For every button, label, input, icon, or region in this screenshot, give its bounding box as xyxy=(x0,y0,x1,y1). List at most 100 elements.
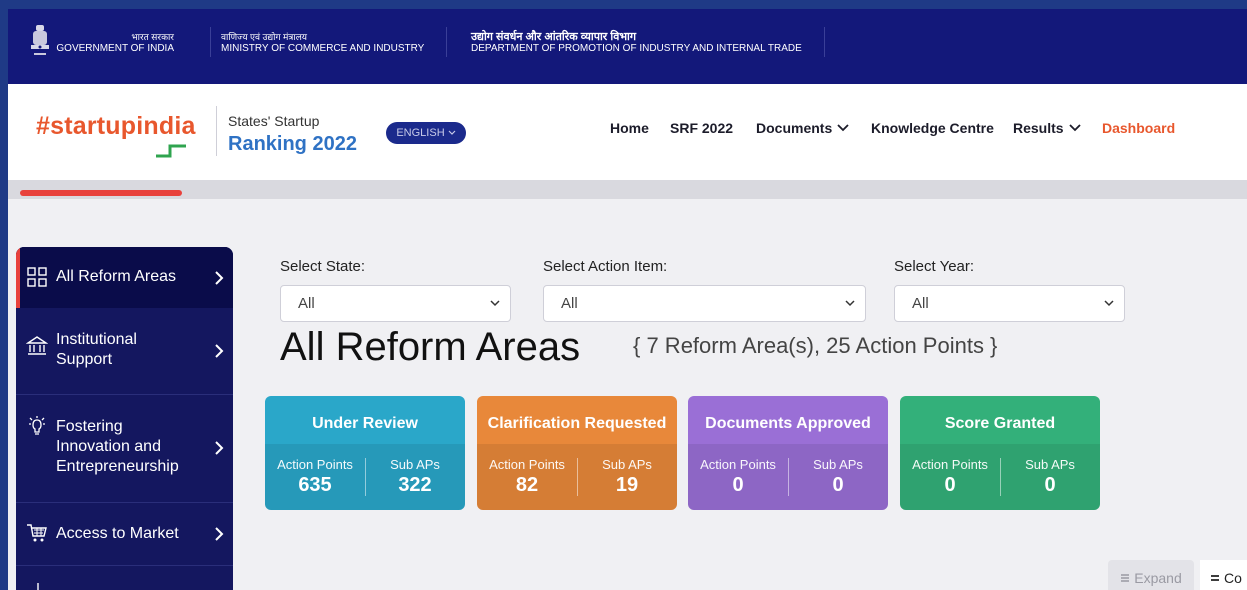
startupindia-logo[interactable]: #startupindia xyxy=(36,112,196,141)
nav-label: Dashboard xyxy=(1102,120,1176,136)
sidebar-item-access-to-market[interactable]: Access to Market xyxy=(16,503,233,565)
main-content: All Reform Areas Institutional Support F… xyxy=(8,180,1247,590)
card-value: 0 xyxy=(944,474,956,496)
card-body: Action Points 0 Sub APs 0 xyxy=(900,444,1100,510)
cart-icon xyxy=(27,524,47,542)
gov-of-india[interactable]: भारत सरकार GOVERNMENT OF INDIA xyxy=(56,31,174,55)
card-key: Sub APs xyxy=(602,457,652,472)
sidebar: All Reform Areas Institutional Support F… xyxy=(16,247,233,590)
card-body: Action Points 82 Sub APs 19 xyxy=(477,444,677,510)
expand-label: Expand xyxy=(1134,570,1182,586)
chevron-right-icon xyxy=(215,527,224,541)
logo-divider xyxy=(216,106,217,156)
divider xyxy=(824,27,825,57)
divider xyxy=(16,565,233,566)
score-granted-card[interactable]: Score Granted Action Points 0 Sub APs 0 xyxy=(900,396,1100,510)
card-action-points: Action Points 635 xyxy=(265,457,365,497)
card-value: 635 xyxy=(298,474,332,496)
collapse-icon xyxy=(1211,575,1219,581)
ministry-hindi: वाणिज्य एवं उद्योग मंत्रालय xyxy=(221,32,308,42)
nav-label: Documents xyxy=(756,120,833,136)
chevron-down-icon xyxy=(845,300,855,307)
chevron-right-icon xyxy=(215,344,224,358)
bulb-icon xyxy=(29,416,45,435)
card-key: Action Points xyxy=(912,457,988,472)
card-key: Action Points xyxy=(700,457,776,472)
nav-knowledge-centre[interactable]: Knowledge Centre xyxy=(871,120,994,136)
site-header: #startupindia States' Startup Ranking 20… xyxy=(8,84,1247,180)
nav-srf-2022[interactable]: SRF 2022 xyxy=(670,120,733,136)
nav-label: Results xyxy=(1013,120,1064,136)
sidebar-item-label: Access to Market xyxy=(56,525,179,542)
action-item-select[interactable]: All xyxy=(543,285,866,322)
gov-english: GOVERNMENT OF INDIA xyxy=(56,43,174,54)
state-label: Select State: xyxy=(280,258,366,275)
card-body: Action Points 0 Sub APs 0 xyxy=(688,444,888,510)
page-title: All Reform Areas xyxy=(280,325,581,369)
department[interactable]: उद्योग संवर्धन और आंतरिक व्यापार विभाग D… xyxy=(471,31,802,55)
card-action-points: Action Points 0 xyxy=(688,457,788,497)
chevron-down-icon xyxy=(837,124,849,132)
brand-title[interactable]: Ranking 2022 xyxy=(228,133,357,156)
chevron-down-icon xyxy=(448,130,456,135)
gov-hindi: भारत सरकार xyxy=(131,32,174,42)
action-item-value: All xyxy=(561,295,578,312)
page-subtitle: { 7 Reform Area(s), 25 Action Points } xyxy=(633,333,998,358)
logo-step-icon xyxy=(156,144,186,158)
state-select[interactable]: All xyxy=(280,285,511,322)
expand-button[interactable]: Expand xyxy=(1108,560,1194,590)
chevron-right-icon xyxy=(215,271,224,285)
card-value: 322 xyxy=(398,474,432,496)
nav-label: SRF 2022 xyxy=(670,120,734,136)
nav-dashboard[interactable]: Dashboard xyxy=(1102,120,1175,136)
card-sub-aps: Sub APs 19 xyxy=(577,457,677,497)
nav-label: Home xyxy=(610,120,649,136)
department-english: DEPARTMENT OF PROMOTION OF INDUSTRY AND … xyxy=(471,43,802,54)
card-value: 0 xyxy=(732,474,744,496)
card-title: Documents Approved xyxy=(705,415,871,432)
year-value: All xyxy=(912,295,929,312)
ministry-english: MINISTRY OF COMMERCE AND INDUSTRY xyxy=(221,43,425,54)
card-key: Action Points xyxy=(489,457,565,472)
under-review-card[interactable]: Under Review Action Points 635 Sub APs 3… xyxy=(265,396,465,510)
chevron-down-icon xyxy=(1104,300,1114,307)
card-body: Action Points 635 Sub APs 322 xyxy=(265,444,465,510)
card-action-points: Action Points 0 xyxy=(900,457,1000,497)
grid-icon xyxy=(27,267,47,287)
card-value: 19 xyxy=(615,474,639,496)
nav-label: Knowledge Centre xyxy=(871,120,994,136)
nav-home[interactable]: Home xyxy=(610,120,649,136)
sidebar-item-label: Fostering Innovation and Entrepreneurshi… xyxy=(56,418,179,475)
clarification-requested-card[interactable]: Clarification Requested Action Points 82… xyxy=(477,396,677,510)
card-key: Sub APs xyxy=(1025,457,1075,472)
scroll-strip xyxy=(8,180,1247,199)
collapse-label: Co xyxy=(1224,570,1242,586)
progress-indicator xyxy=(20,190,182,196)
institution-icon xyxy=(26,336,48,355)
sidebar-item-all-reform-areas[interactable]: All Reform Areas xyxy=(16,247,233,308)
sidebar-item-institutional-support[interactable]: Institutional Support xyxy=(16,308,233,394)
card-value: 0 xyxy=(832,474,844,496)
ministry[interactable]: वाणिज्य एवं उद्योग मंत्रालय MINISTRY OF … xyxy=(221,31,424,55)
nav-documents[interactable]: Documents xyxy=(756,120,850,136)
card-value: 0 xyxy=(1044,474,1056,496)
card-key: Action Points xyxy=(277,457,353,472)
nav-results[interactable]: Results xyxy=(1013,120,1082,136)
chevron-down-icon xyxy=(490,300,500,307)
chevron-right-icon xyxy=(215,441,224,455)
sidebar-item-fostering-innovation[interactable]: Fostering Innovation and Entrepreneurshi… xyxy=(16,395,233,502)
divider xyxy=(210,27,211,57)
year-select[interactable]: All xyxy=(894,285,1125,322)
card-title: Under Review xyxy=(312,415,418,432)
brand-subtitle: States' Startup xyxy=(228,113,320,129)
action-item-label: Select Action Item: xyxy=(543,258,668,275)
year-label: Select Year: xyxy=(894,258,975,275)
partial-icon xyxy=(37,583,39,590)
collapse-button[interactable]: Co xyxy=(1200,560,1247,590)
chevron-down-icon xyxy=(1068,124,1081,132)
card-title: Clarification Requested xyxy=(487,415,667,432)
documents-approved-card[interactable]: Documents Approved Action Points 0 Sub A… xyxy=(688,396,888,510)
card-title: Score Granted xyxy=(944,415,1056,432)
card-key: Sub APs xyxy=(813,457,863,472)
language-select[interactable]: ENGLISH xyxy=(386,122,466,144)
